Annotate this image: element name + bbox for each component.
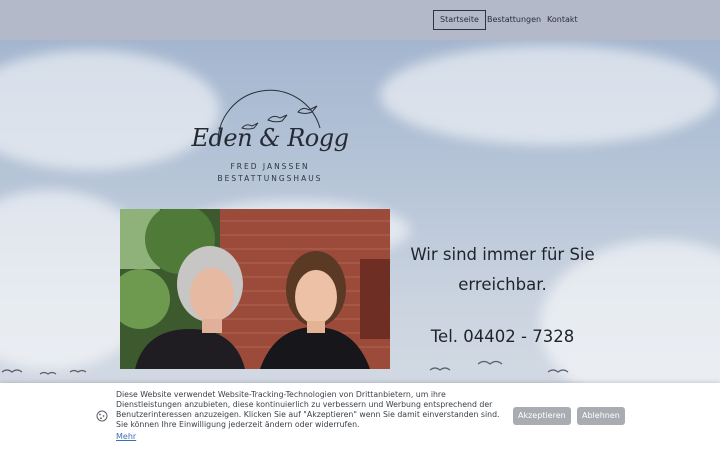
nav-item-startseite[interactable]: Startseite [433,10,486,30]
decline-button[interactable]: Ablehnen [577,407,625,425]
availability-headline: Wir sind immer für Sie erreichbar. [410,245,595,294]
cookie-consent-banner: Diese Website verwendet Website-Tracking… [0,383,720,450]
phone-number[interactable]: Tel. 04402 - 7328 [405,327,600,346]
top-navigation: Startseite Bestattungen Kontakt [0,0,720,40]
cookie-icon [96,410,108,422]
logo-subtitle-business: BESTATTUNGSHAUS [217,174,323,183]
cookie-consent-text: Diese Website verwendet Website-Tracking… [116,390,500,429]
nav-item-bestattungen[interactable]: Bestattungen [481,10,547,30]
logo-subtitle-name: FRED JANSSEN [230,162,310,171]
logo-title: Eden & Rogg [191,124,349,152]
nav-item-kontakt[interactable]: Kontakt [541,10,584,30]
accept-button[interactable]: Akzeptieren [513,407,571,425]
team-photo [120,209,390,369]
more-info-link[interactable]: Mehr [116,432,136,441]
brand-logo[interactable]: Eden & Rogg FRED JANSSEN BESTATTUNGSHAUS [180,88,350,198]
cloud-background [380,45,720,145]
